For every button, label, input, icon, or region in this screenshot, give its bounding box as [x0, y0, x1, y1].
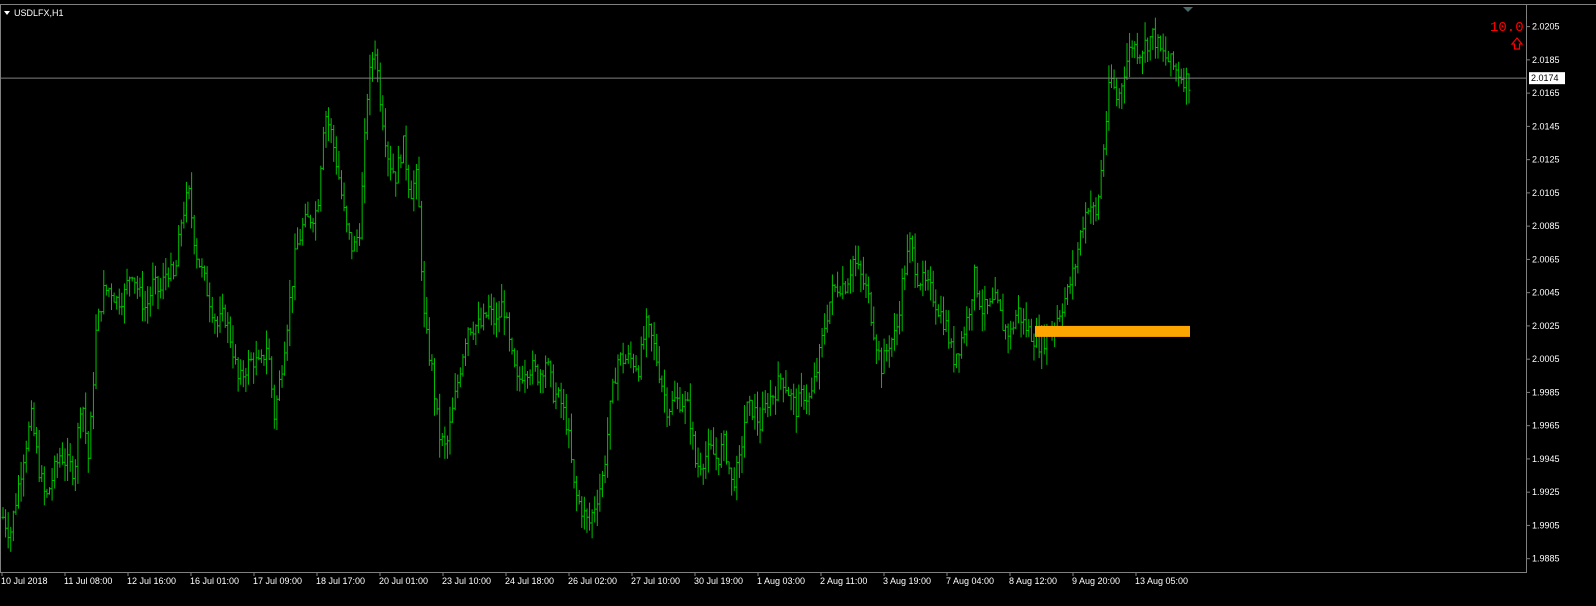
- x-tick-label: 1 Aug 03:00: [757, 576, 805, 586]
- y-tick-label: 1.9925: [1532, 487, 1560, 497]
- y-tick-label: 2.0125: [1532, 155, 1560, 165]
- y-tick-label: 1.9965: [1532, 421, 1560, 431]
- y-tick-label: 2.0045: [1532, 288, 1560, 298]
- x-tick-label: 26 Jul 02:00: [568, 576, 617, 586]
- y-tick-label: 2.0185: [1532, 55, 1560, 65]
- x-tick-label: 8 Aug 12:00: [1009, 576, 1057, 586]
- x-tick-label: 3 Aug 19:00: [883, 576, 931, 586]
- x-tick-label: 18 Jul 17:00: [316, 576, 365, 586]
- x-tick-label: 2 Aug 11:00: [820, 576, 867, 586]
- x-tick-label: 17 Jul 09:00: [253, 576, 302, 586]
- x-tick-label: 7 Aug 04:00: [946, 576, 994, 586]
- y-tick-label: 2.0025: [1532, 321, 1560, 331]
- level-bar[interactable]: [1035, 325, 1190, 337]
- x-tick-label: 10 Jul 2018: [1, 576, 48, 586]
- chart-symbol-title: USDLFX,H1: [14, 8, 64, 18]
- x-tick-label: 13 Aug 05:00: [1135, 576, 1188, 586]
- y-tick-label: 2.0085: [1532, 221, 1560, 231]
- y-tick-label: 1.9985: [1532, 387, 1560, 397]
- y-tick-label: 2.0065: [1532, 254, 1560, 264]
- x-tick-label: 16 Jul 01:00: [190, 576, 239, 586]
- y-tick-label: 2.0205: [1532, 22, 1560, 32]
- x-tick-label: 24 Jul 18:00: [505, 576, 554, 586]
- x-tick-label: 9 Aug 20:00: [1072, 576, 1120, 586]
- price-chart[interactable]: USDLFX,H1 10.0 2.0205 2.0185 2.0165 2.0145 2…: [0, 0, 1596, 606]
- y-tick-label: 1.9945: [1532, 454, 1560, 464]
- y-tick-label: 1.9885: [1532, 554, 1560, 564]
- y-tick-label: 2.0165: [1532, 88, 1560, 98]
- y-tick-label: 2.0145: [1532, 121, 1560, 131]
- y-tick-label: 2.0005: [1532, 354, 1560, 364]
- x-tick-label: 27 Jul 10:00: [631, 576, 680, 586]
- indicator-value: 10.0: [1490, 20, 1524, 36]
- y-tick-label: 2.0105: [1532, 188, 1560, 198]
- x-tick-label: 11 Jul 08:00: [64, 576, 112, 586]
- x-tick-label: 20 Jul 01:00: [379, 576, 428, 586]
- current-price-label: 2.0174: [1531, 73, 1559, 83]
- y-tick-label: 1.9905: [1532, 520, 1560, 530]
- chart-background: [0, 0, 1596, 606]
- x-tick-label: 30 Jul 19:00: [694, 576, 743, 586]
- x-tick-label: 12 Jul 16:00: [127, 576, 176, 586]
- x-tick-label: 23 Jul 10:00: [442, 576, 491, 586]
